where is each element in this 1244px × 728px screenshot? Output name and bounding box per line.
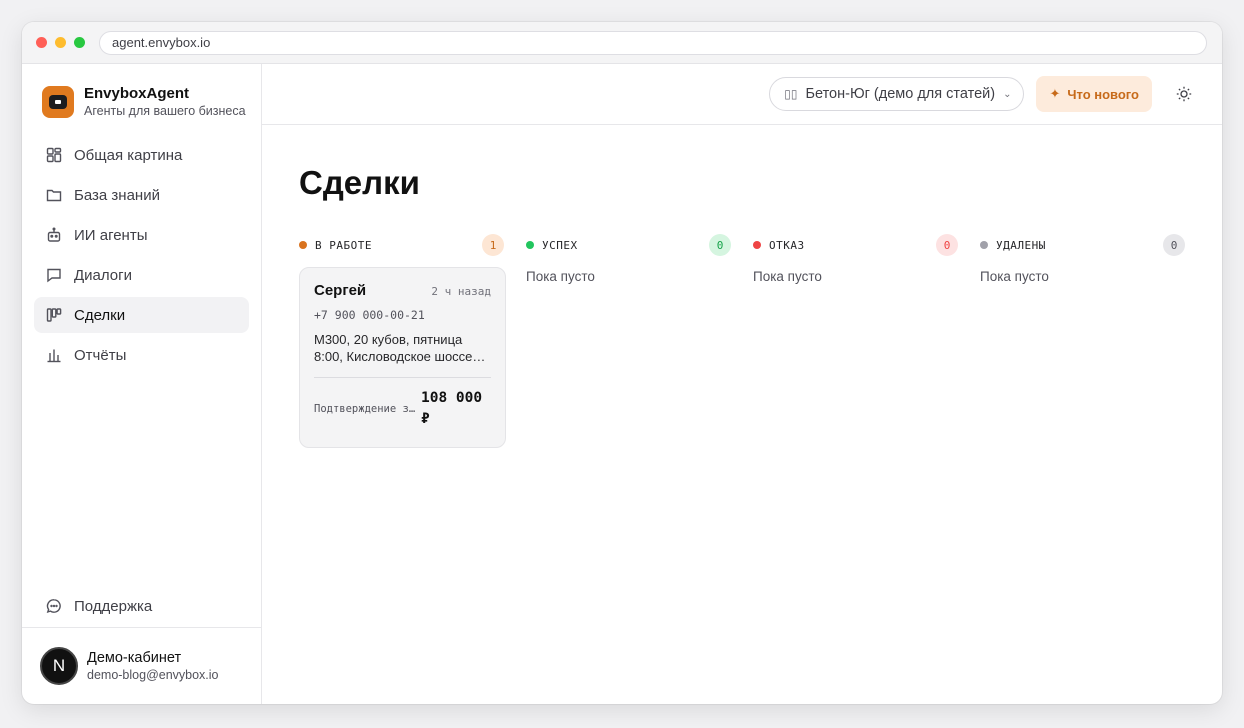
deals-board: В РАБОТЕ 1 Сергей 2 ч назад +7 900 000-0… [299,234,1185,448]
deal-time: 2 ч назад [431,285,491,298]
brand-name: EnvyboxAgent [84,85,190,102]
minimize-window-button[interactable] [55,37,66,48]
bar-chart-icon [47,349,61,363]
dashboard-icon [46,147,62,163]
sidebar-item-knowledge-base[interactable]: База знаний [34,177,249,213]
sidebar-item-label: База знаний [74,186,160,204]
card-divider [314,377,491,378]
board-column-in-progress: В РАБОТЕ 1 Сергей 2 ч назад +7 900 000-0… [299,234,506,448]
address-bar[interactable]: agent.envybox.io [99,30,1207,55]
maximize-window-button[interactable] [74,37,85,48]
sidebar-nav: Общая картина База знаний ИИ агенты Диал… [22,137,261,373]
sidebar-item-label: Сделки [74,306,126,324]
column-title: ОТКАЗ [769,238,805,252]
brand-logo-icon [42,86,74,118]
column-count-badge: 0 [936,234,958,256]
column-count-badge: 1 [482,234,504,256]
column-header: УДАЛЕНЫ 0 [980,234,1185,256]
column-title: В РАБОТЕ [315,238,372,252]
deal-amount: 108 000 ₽ [421,390,483,427]
company-selector[interactable]: ▯▯ Бетон-Юг (демо для статей) ⌄ [769,77,1025,111]
column-header: УСПЕХ 0 [526,234,731,256]
status-dot [299,241,307,249]
column-count-badge: 0 [709,234,731,256]
status-dot [980,241,988,249]
chat-icon [47,268,61,283]
kanban-icon [46,308,62,322]
sidebar-item-label: Отчёты [74,346,127,364]
empty-column-text: Пока пусто [980,269,1049,284]
brand[interactable]: EnvyboxAgent Агенты для вашего бизнеса [22,64,261,119]
company-name: Бетон-Юг (демо для статей) [805,86,996,102]
theme-toggle-button[interactable] [1174,84,1194,104]
sidebar-item-dialogs[interactable]: Диалоги [34,257,249,293]
sidebar-item-ai-agents[interactable]: ИИ агенты [34,217,249,253]
deal-card[interactable]: Сергей 2 ч назад +7 900 000-00-21 М300, … [299,267,506,448]
sidebar-item-label: ИИ агенты [74,226,148,244]
chevron-down-icon: ⌄ [1003,88,1012,100]
user-email: demo-blog@envybox.io [87,668,219,682]
deal-phone: +7 900 000-00-21 [314,308,425,322]
brand-tagline: Агенты для вашего бизнеса [84,104,246,118]
whats-new-label: Что нового [1067,86,1139,102]
sidebar-item-overview[interactable]: Общая картина [34,137,249,173]
sidebar-item-support[interactable]: Поддержка [34,588,249,624]
address-bar-url: agent.envybox.io [112,35,211,50]
board-column-rejected: ОТКАЗ 0 Пока пусто [753,234,958,448]
sidebar-item-reports[interactable]: Отчёты [34,337,249,373]
page-title: Сделки [299,164,420,201]
deal-contact-name: Сергей [314,282,367,299]
support-section: Поддержка [34,588,249,628]
board-column-success: УСПЕХ 0 Пока пусто [526,234,731,448]
status-dot [753,241,761,249]
browser-window: agent.envybox.io EnvyboxAgent Агенты для… [22,22,1222,704]
user-name: Демо-кабинет [87,650,182,666]
empty-column-text: Пока пусто [753,269,822,284]
column-header: В РАБОТЕ 1 [299,234,504,256]
main-content: ▯▯ Бетон-Юг (демо для статей) ⌄ ✦ Что но… [262,64,1222,704]
sparkle-icon: ✦ [1049,86,1061,101]
app: EnvyboxAgent Агенты для вашего бизнеса О… [22,64,1222,704]
deal-stage: Подтверждение заказа [314,403,418,415]
user-profile[interactable]: N Демо-кабинет demo-blog@envybox.io [22,627,261,704]
top-bar: ▯▯ Бетон-Юг (демо для статей) ⌄ ✦ Что но… [262,64,1222,125]
folder-icon [46,189,62,202]
sidebar-item-label: Общая картина [74,146,183,164]
window-controls [36,37,85,48]
empty-column-text: Пока пусто [526,269,595,284]
deal-description: М300, 20 кубов, пятница 8:00, Кисловодск… [314,332,473,364]
status-dot [526,241,534,249]
sidebar-item-deals[interactable]: Сделки [34,297,249,333]
sun-icon [1176,86,1192,102]
column-count-badge: 0 [1163,234,1185,256]
whats-new-button[interactable]: ✦ Что нового [1036,76,1152,112]
sidebar-item-label: Поддержка [74,597,153,615]
column-header: ОТКАЗ 0 [753,234,958,256]
column-title: УДАЛЕНЫ [996,238,1046,252]
close-window-button[interactable] [36,37,47,48]
sidebar-item-label: Диалоги [74,266,132,284]
sidebar: EnvyboxAgent Агенты для вашего бизнеса О… [22,64,262,704]
board-column-deleted: УДАЛЕНЫ 0 Пока пусто [980,234,1185,448]
column-title: УСПЕХ [542,238,578,252]
avatar: N [40,647,78,685]
browser-titlebar: agent.envybox.io [22,22,1222,64]
support-chat-icon [46,599,61,613]
robot-icon [47,227,61,242]
building-icon: ▯▯ [784,87,798,101]
